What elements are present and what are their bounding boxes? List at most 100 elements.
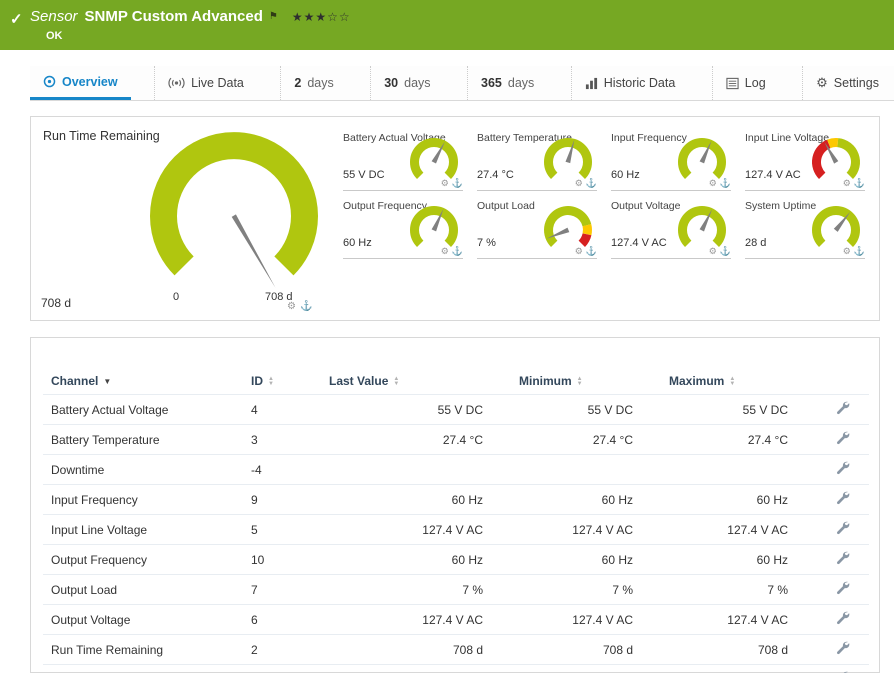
channel-name[interactable]: Battery Temperature — [43, 424, 243, 455]
run-time-remaining-gauge: 0 708 d — [149, 131, 319, 303]
wrench-icon[interactable] — [836, 521, 850, 538]
channel-id: 6 — [243, 604, 321, 635]
tab-overview[interactable]: Overview — [30, 66, 131, 100]
gauge-value: 55 V DC — [343, 169, 385, 181]
gauge-scale-min: 0 — [173, 291, 180, 303]
gauges-panel: Run Time Remaining 0 708 d 708 d ⚙ ⚓ Bat… — [30, 116, 880, 321]
gear-icon[interactable]: ⚙ — [709, 246, 717, 257]
channel-maximum: 127.4 V AC — [661, 604, 816, 635]
wrench-icon[interactable] — [836, 431, 850, 448]
gear-icon[interactable]: ⚙ — [575, 178, 583, 189]
wrench-icon[interactable] — [836, 491, 850, 508]
gauge-cell-output-load: Output Load 7 % ⚙ ⚓ — [477, 197, 597, 259]
table-row: Battery Temperature 3 27.4 °C 27.4 °C 27… — [43, 424, 869, 455]
gear-icon[interactable]: ⚙ — [843, 246, 851, 257]
gear-icon[interactable]: ⚙ — [441, 178, 449, 189]
main-gauge-title: Run Time Remaining — [43, 129, 160, 143]
table-header-row: Channel ▼ ID ▲ ▼ Last Value ▲ ▼ Minimum ▲ ▼ Max… — [43, 368, 869, 395]
channel-minimum: 60 Hz — [511, 484, 661, 515]
status-badge: OK — [46, 30, 63, 42]
wrench-icon[interactable] — [836, 551, 850, 568]
priority-stars[interactable]: ★★★☆☆ — [292, 10, 351, 24]
tab-label: Overview — [62, 74, 118, 89]
pin-icon[interactable]: ⚓ — [452, 246, 463, 257]
channels-panel: Channel ▼ ID ▲ ▼ Last Value ▲ ▼ Minimum ▲ ▼ Max… — [30, 337, 880, 673]
tab-365-days[interactable]: 365 days — [467, 66, 547, 100]
channel-minimum: 7 % — [511, 574, 661, 605]
gear-icon[interactable]: ⚙ — [709, 178, 717, 189]
channel-id: 3 — [243, 424, 321, 455]
channel-name[interactable]: Battery Actual Voltage — [43, 394, 243, 425]
channel-minimum: 55 V DC — [511, 394, 661, 425]
gear-icon[interactable]: ⚙ — [441, 246, 449, 257]
column-header-id[interactable]: ID ▲ ▼ — [243, 368, 321, 395]
channel-name[interactable]: Run Time Remaining — [43, 634, 243, 665]
pin-icon[interactable]: ⚓ — [720, 246, 731, 257]
channel-maximum — [661, 454, 816, 485]
wrench-icon[interactable] — [836, 641, 850, 658]
tab-label: Log — [744, 76, 766, 90]
tab-number: 30 — [384, 76, 399, 90]
pin-icon[interactable]: ⚓ — [586, 178, 597, 189]
column-header-maximum[interactable]: Maximum ▲ ▼ — [661, 368, 816, 395]
channel-name[interactable]: Input Line Voltage — [43, 514, 243, 545]
channel-name[interactable]: Downtime — [43, 454, 243, 485]
live-data-icon — [168, 77, 185, 89]
table-row: Input Line Voltage 5 127.4 V AC 127.4 V … — [43, 514, 869, 545]
tab-live-data[interactable]: Live Data — [154, 66, 257, 100]
sort-desc-icon: ▼ — [103, 377, 112, 387]
channel-name[interactable]: Output Frequency — [43, 544, 243, 575]
gear-icon[interactable]: ⚙ — [287, 301, 296, 312]
priority-flag-icon[interactable]: ⚑ — [269, 11, 278, 22]
tab-historic-data[interactable]: Historic Data — [570, 66, 689, 100]
tab-30-days[interactable]: 30 days — [370, 66, 443, 100]
tab-number: 365 — [481, 76, 502, 90]
channel-minimum — [511, 454, 661, 485]
pin-icon[interactable]: ⚓ — [854, 246, 865, 257]
channel-name[interactable]: Output Voltage — [43, 604, 243, 635]
channel-last-value: 28 d — [321, 664, 511, 673]
gauge-dial — [149, 131, 319, 306]
wrench-icon[interactable] — [836, 611, 850, 628]
tab-2-days[interactable]: 2 days — [280, 66, 346, 100]
column-label: Channel — [51, 374, 99, 388]
sort-icon: ▲ ▼ — [729, 375, 736, 387]
channel-last-value — [321, 454, 511, 485]
channels-table: Channel ▼ ID ▲ ▼ Last Value ▲ ▼ Minimum ▲ ▼ Max… — [43, 368, 869, 673]
pin-icon[interactable]: ⚓ — [452, 178, 463, 189]
gear-icon[interactable]: ⚙ — [843, 178, 851, 189]
channel-name[interactable]: Output Load — [43, 574, 243, 605]
tab-number: 2 — [294, 76, 302, 90]
channel-maximum: 127.4 V AC — [661, 514, 816, 545]
gear-icon[interactable]: ⚙ — [575, 246, 583, 257]
table-row: Battery Actual Voltage 4 55 V DC 55 V DC… — [43, 394, 869, 425]
column-header-last-value[interactable]: Last Value ▲ ▼ — [321, 368, 511, 395]
channel-minimum: 127.4 V AC — [511, 604, 661, 635]
gauge-cell-battery-actual-voltage: Battery Actual Voltage 55 V DC ⚙ ⚓ — [343, 129, 463, 191]
gauge-cell-output-voltage: Output Voltage 127.4 V AC ⚙ ⚓ — [611, 197, 731, 259]
wrench-icon[interactable] — [836, 461, 850, 478]
tab-settings[interactable]: ⚙ Settings — [802, 66, 892, 100]
pin-icon[interactable]: ⚓ — [586, 246, 597, 257]
channel-name[interactable]: System Uptime — [43, 664, 243, 673]
wrench-icon[interactable] — [836, 581, 850, 598]
channel-name[interactable]: Input Frequency — [43, 484, 243, 515]
gauge-cell-input-frequency: Input Frequency 60 Hz ⚙ ⚓ — [611, 129, 731, 191]
tab-log[interactable]: Log — [711, 66, 779, 100]
gauge-value: 60 Hz — [611, 169, 640, 181]
tab-label: Settings — [833, 76, 879, 90]
column-header-minimum[interactable]: Minimum ▲ ▼ — [511, 368, 661, 395]
pin-icon[interactable]: ⚓ — [720, 178, 731, 189]
column-label: Maximum — [669, 374, 725, 388]
channel-id: 2 — [243, 634, 321, 665]
column-label: ID — [251, 374, 263, 388]
pin-icon[interactable]: ⚓ — [300, 301, 312, 312]
wrench-icon[interactable] — [836, 401, 850, 418]
status-ok-check-icon: ✓ — [10, 11, 23, 28]
channel-last-value: 7 % — [321, 574, 511, 605]
column-header-channel[interactable]: Channel ▼ — [43, 368, 243, 395]
channel-minimum: 127.4 V AC — [511, 514, 661, 545]
channel-minimum: 60 Hz — [511, 544, 661, 575]
channel-id: 8 — [243, 664, 321, 673]
pin-icon[interactable]: ⚓ — [854, 178, 865, 189]
